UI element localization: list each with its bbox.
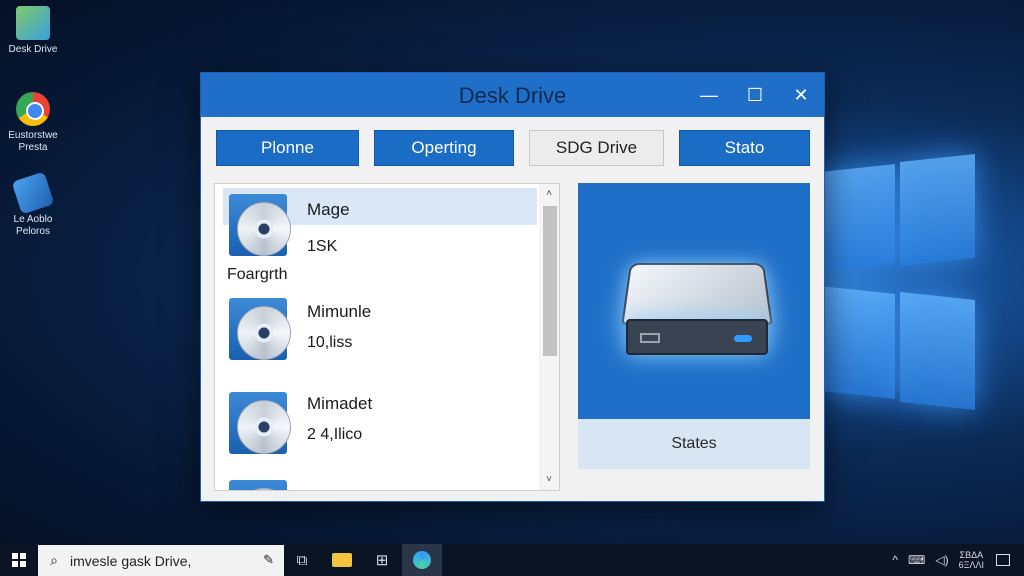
desktop-icon-desk-drive[interactable]: Desk Drive (4, 6, 62, 56)
disc-icon (225, 296, 293, 362)
network-icon[interactable]: ⌨ (908, 553, 925, 567)
toolbar: Plonne Operting SDG Drive Stato (216, 130, 810, 166)
clock-date: 6ΞΛΛΙ (958, 560, 984, 570)
item-name: Mimunle (307, 302, 372, 321)
list-item[interactable]: Mage 1SK Foargrth (215, 184, 539, 283)
taskbar-search[interactable]: ⌕ imvesle gask Drive, ✎ (38, 545, 284, 576)
wallpaper-windows-logo (820, 150, 975, 420)
list-item[interactable]: Mimunle 10,liss (215, 290, 539, 386)
maximize-button[interactable]: ☐ (732, 73, 778, 117)
status-label: States (578, 419, 810, 469)
item-name: Mage (307, 200, 350, 219)
list-item[interactable]: Mimadet 2 4,Ilico (215, 382, 539, 478)
scroll-up-icon[interactable]: ˄ (539, 186, 559, 202)
system-tray: ^ ⌨ ◁) ΣΒΔΑ 6ΞΛΛΙ (892, 544, 1024, 576)
notification-icon[interactable] (996, 554, 1010, 566)
title-bar[interactable]: Desk Drive — ☐ ✕ (201, 73, 824, 117)
pen-icon[interactable]: ✎ (263, 552, 274, 568)
minimize-button[interactable]: — (686, 73, 732, 117)
stato-button[interactable]: Stato (679, 130, 810, 166)
list-item[interactable] (215, 478, 539, 490)
desktop-icon-app[interactable]: Le Aoblo Peloros (4, 171, 62, 238)
clock-time: ΣΒΔΑ (959, 550, 984, 560)
search-icon: ⌕ (50, 552, 58, 568)
item-size: 1SK (307, 238, 338, 255)
windows-logo-icon (12, 553, 26, 567)
chrome-icon (16, 92, 50, 126)
desktop-icon-browser[interactable]: Eustorstwe Presta (4, 92, 62, 154)
tray-chevron-icon[interactable]: ^ (892, 553, 898, 567)
disc-icon (225, 478, 293, 490)
task-view-icon[interactable]: ⧉ (282, 544, 322, 576)
item-caption: Foargrth (227, 266, 288, 283)
desktop-icon-label: Le Aoblo Peloros (13, 214, 53, 237)
scroll-down-icon[interactable]: ˅ (539, 472, 559, 488)
operting-button[interactable]: Operting (374, 130, 514, 166)
scrollbar-thumb[interactable] (543, 206, 557, 356)
drive-preview-panel (578, 183, 810, 419)
item-name: Mimadet (307, 394, 373, 413)
drive-list: Mage 1SK Foargrth Mimunle 10,liss Mimade… (214, 183, 560, 491)
plonne-button[interactable]: Plonne (216, 130, 359, 166)
start-button[interactable] (0, 544, 38, 576)
item-size: 10,liss (307, 334, 353, 351)
desktop-icon-label: Desk Drive (8, 44, 58, 55)
clock[interactable]: ΣΒΔΑ 6ΞΛΛΙ (959, 550, 984, 570)
sdg-drive-button[interactable]: SDG Drive (529, 130, 664, 166)
hard-drive-icon (621, 259, 773, 357)
edge-icon[interactable] (402, 544, 442, 576)
desk-drive-window: Desk Drive — ☐ ✕ Plonne Operting SDG Dri… (200, 72, 825, 502)
window-controls: — ☐ ✕ (686, 73, 824, 117)
store-icon[interactable]: ⊞ (362, 544, 402, 576)
taskbar: ⌕ imvesle gask Drive, ✎ ⧉ ⊞ ^ ⌨ ◁) ΣΒΔΑ … (0, 544, 1024, 576)
volume-icon[interactable]: ◁) (935, 553, 948, 567)
app-icon (11, 171, 55, 215)
item-size: 2 4,Ilico (307, 426, 363, 443)
disc-icon (225, 390, 293, 456)
close-button[interactable]: ✕ (778, 73, 824, 117)
desk-drive-app-icon (16, 6, 50, 40)
vertical-scrollbar[interactable]: ˄ ˅ (539, 184, 559, 490)
disc-icon (225, 192, 293, 258)
file-explorer-icon[interactable] (322, 544, 362, 576)
desktop-icon-label: Eustorstwe Presta (8, 130, 58, 153)
search-input[interactable]: imvesle gask Drive, (70, 553, 191, 569)
